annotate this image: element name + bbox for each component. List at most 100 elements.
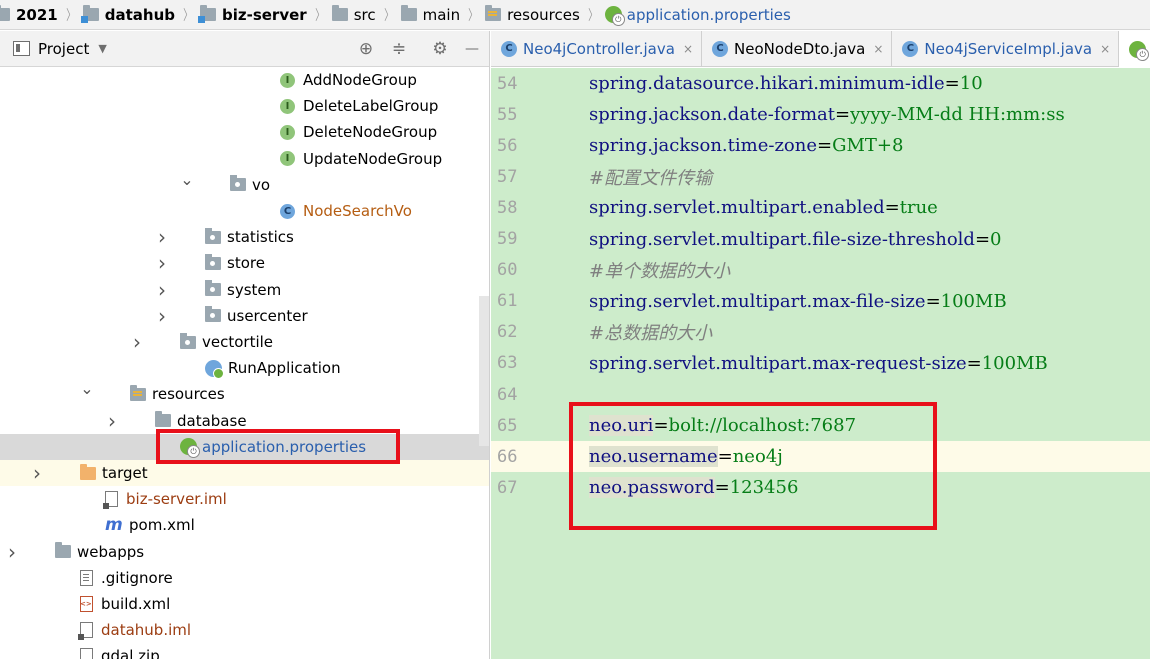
breadcrumb-item[interactable]: application.properties (601, 0, 794, 29)
tree-row[interactable]: RunApplication (0, 355, 489, 381)
tree-item-label: system (227, 280, 282, 299)
chevron-down-icon[interactable]: ▼ (98, 42, 106, 55)
editor-tab[interactable]: C Neo4jController.java × (491, 31, 703, 67)
chevron-down-icon[interactable]: ⌄ (80, 379, 94, 398)
chevron-right-icon[interactable]: › (130, 330, 144, 354)
property-key: spring.servlet.multipart.max-file-size (589, 290, 926, 312)
tree-row[interactable]: datahub.iml (0, 617, 489, 643)
breadcrumb-item[interactable]: 2021 (0, 0, 61, 29)
tree-row[interactable]: .gitignore (0, 565, 489, 591)
breadcrumb-item[interactable]: resources (481, 0, 583, 29)
code-text: spring.servlet.multipart.enabled=true (589, 197, 938, 218)
project-view-selector[interactable]: Project (38, 40, 89, 58)
tree-item: statistics (205, 224, 294, 250)
tree-row[interactable]: ⌄ resources (0, 379, 489, 407)
chevron-right-icon[interactable]: › (30, 461, 44, 485)
interface-icon: I (280, 124, 295, 140)
code-line[interactable]: 67 neo.password=123456 (491, 472, 1150, 503)
code-line[interactable]: 54 spring.datasource.hikari.minimum-idle=… (491, 68, 1150, 99)
tree-row[interactable]: C NodeSearchVo (0, 198, 489, 224)
code-line[interactable]: 64 (491, 379, 1150, 410)
package-icon (205, 306, 221, 323)
code-line[interactable]: 61 spring.servlet.multipart.max-file-size… (491, 286, 1150, 317)
tree-row[interactable]: m pom.xml (0, 512, 489, 538)
tree-item: datahub.iml (78, 617, 191, 643)
code-line[interactable]: 62 #总数据的大小 (491, 317, 1150, 348)
collapse-icon[interactable]: ≑ (389, 39, 409, 59)
property-value: 100MB (940, 290, 1007, 312)
equals-sign: = (944, 73, 960, 94)
chevron-down-icon[interactable]: ⌄ (180, 170, 194, 189)
breadcrumb-item[interactable]: src (328, 0, 379, 29)
text-file-icon (80, 569, 93, 586)
code-line[interactable]: 57 #配置文件传输 (491, 161, 1150, 192)
tree-scrollbar[interactable] (479, 296, 489, 446)
editor-tab[interactable]: C Neo4jServiceImpl.java × (892, 31, 1120, 67)
close-icon[interactable]: × (1100, 42, 1110, 56)
tree-row[interactable]: I DeleteNodeGroup (0, 119, 489, 145)
code-line[interactable]: 59 spring.servlet.multipart.file-size-thr… (491, 224, 1150, 255)
chevron-right-icon[interactable]: › (155, 278, 169, 302)
code-line[interactable]: 63 spring.servlet.multipart.max-request-s… (491, 348, 1150, 379)
tree-row[interactable]: › webapps (0, 539, 489, 565)
code-line[interactable]: 65 neo.uri=bolt://localhost:7687 (491, 410, 1150, 441)
chevron-right-icon[interactable]: › (155, 225, 169, 249)
tree-row[interactable]: biz-server.iml (0, 486, 489, 512)
close-icon[interactable]: × (873, 42, 883, 56)
chevron-right-icon[interactable]: › (155, 251, 169, 275)
breadcrumb-item[interactable]: biz-server (196, 0, 310, 29)
tree-item: biz-server.iml (103, 486, 227, 512)
code-area[interactable]: 54 spring.datasource.hikari.minimum-idle=… (491, 68, 1150, 659)
class-icon: C (501, 41, 517, 57)
editor-tab[interactable]: a (1119, 31, 1150, 67)
tree-row[interactable]: › target (0, 460, 489, 486)
tree-row[interactable]: › store (0, 250, 489, 276)
gear-icon[interactable]: ⚙ (430, 39, 450, 59)
editor-tab[interactable]: C NeoNodeDto.java × (702, 31, 893, 67)
close-icon[interactable]: × (683, 42, 693, 56)
property-value: 123456 (729, 477, 799, 499)
hide-icon[interactable]: — (462, 39, 482, 59)
maven-icon: m (105, 515, 123, 536)
property-key: spring.jackson.date-format (589, 104, 836, 126)
line-number: 56 (497, 135, 518, 156)
tree-row[interactable]: › database (0, 408, 489, 434)
breadcrumb-item[interactable]: main (397, 0, 463, 29)
breadcrumb-label: 2021 (16, 5, 58, 24)
breadcrumb-item[interactable]: datahub (79, 0, 178, 29)
property-value: yyyy-MM-dd HH:mm:ss (850, 104, 1065, 126)
tree-row[interactable]: ⌄ vo (0, 170, 489, 198)
chevron-right-icon[interactable]: › (155, 304, 169, 328)
tree-row[interactable]: application.properties (0, 433, 489, 460)
tree-row[interactable]: build.xml (0, 591, 489, 617)
tree-item-label: vectortile (202, 333, 274, 351)
spring-properties-icon (604, 6, 625, 26)
code-line[interactable]: 60 #单个数据的大小 (491, 255, 1150, 286)
tree-row[interactable]: I UpdateNodeGroup (0, 146, 489, 172)
line-number: 67 (497, 477, 518, 498)
editor-tab-label: Neo4jServiceImpl.java (924, 40, 1093, 58)
breadcrumb-separator-icon: 〉 (383, 7, 394, 24)
chevron-right-icon[interactable]: › (5, 540, 19, 564)
package-icon (205, 253, 221, 270)
tree-item-label: DeleteNodeGroup (303, 123, 438, 142)
locate-icon[interactable]: ⊕ (356, 39, 376, 59)
code-line[interactable]: 55 spring.jackson.date-format=yyyy-MM-dd … (491, 99, 1150, 130)
line-number: 61 (497, 291, 518, 312)
tree-item-label: statistics (227, 228, 294, 247)
tree-row[interactable]: › vectortile (0, 329, 489, 355)
code-line[interactable]: 58 spring.servlet.multipart.enabled=true (491, 192, 1150, 223)
archive-file-icon (80, 648, 93, 659)
chevron-right-icon[interactable]: › (105, 409, 119, 433)
tree-row[interactable]: › statistics (0, 224, 489, 250)
equals-sign: = (714, 477, 730, 499)
code-line[interactable]: 66 neo.username=neo4j (491, 441, 1150, 473)
tree-row[interactable]: I AddNodeGroup (0, 67, 489, 93)
tree-row[interactable]: I DeleteLabelGroup (0, 93, 489, 119)
tree-row[interactable]: gdal.zip (0, 643, 489, 659)
property-value: 10 (959, 73, 983, 94)
code-line[interactable]: 56 spring.jackson.time-zone=GMT+8 (491, 130, 1150, 161)
tree-row[interactable]: › usercenter (0, 303, 489, 329)
line-number: 62 (497, 322, 518, 343)
tree-row[interactable]: › system (0, 277, 489, 303)
